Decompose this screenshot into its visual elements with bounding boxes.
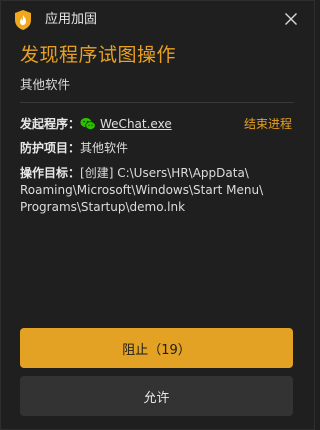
target-row: 操作目标：[创建] C:\Users\HR\AppData\ Roaming\M… xyxy=(20,165,294,216)
launcher-exe-link[interactable]: WeChat.exe xyxy=(100,116,172,132)
allow-button[interactable]: 允许 xyxy=(20,376,293,416)
launcher-row: 发起程序： WeChat.exe xyxy=(20,116,172,132)
close-icon xyxy=(284,11,298,30)
title-bar: 应用加固 xyxy=(1,1,314,39)
end-process-link[interactable]: 结束进程 xyxy=(244,116,292,132)
target-path-line-3: Programs\Startup\demo.lnk xyxy=(20,200,186,214)
block-button[interactable]: 阻止（19） xyxy=(20,328,293,368)
close-button[interactable] xyxy=(278,7,304,33)
divider xyxy=(20,102,294,103)
protect-row: 防护项目：其他软件 xyxy=(20,140,128,156)
target-label: 操作目标： xyxy=(20,166,81,180)
security-popup-window: 应用加固 发现程序试图操作 其他软件 发起程序： WeChat.exe 结束进程 xyxy=(0,0,315,430)
target-path-line-1: [创建] C:\Users\HR\AppData\ xyxy=(80,166,249,180)
alert-category: 其他软件 xyxy=(20,77,71,92)
protect-label: 防护项目： xyxy=(20,141,81,155)
window-title: 应用加固 xyxy=(45,12,98,27)
target-path-line-2: Roaming\Microsoft\Windows\Start Menu\ xyxy=(20,183,264,197)
alert-headline: 发现程序试图操作 xyxy=(20,44,177,66)
wechat-icon xyxy=(80,117,96,131)
protect-value: 其他软件 xyxy=(80,141,129,155)
block-button-label: 阻止（19） xyxy=(122,342,191,358)
launcher-label: 发起程序： xyxy=(20,117,81,131)
allow-button-label: 允许 xyxy=(143,390,170,406)
shield-flame-icon xyxy=(13,9,33,31)
